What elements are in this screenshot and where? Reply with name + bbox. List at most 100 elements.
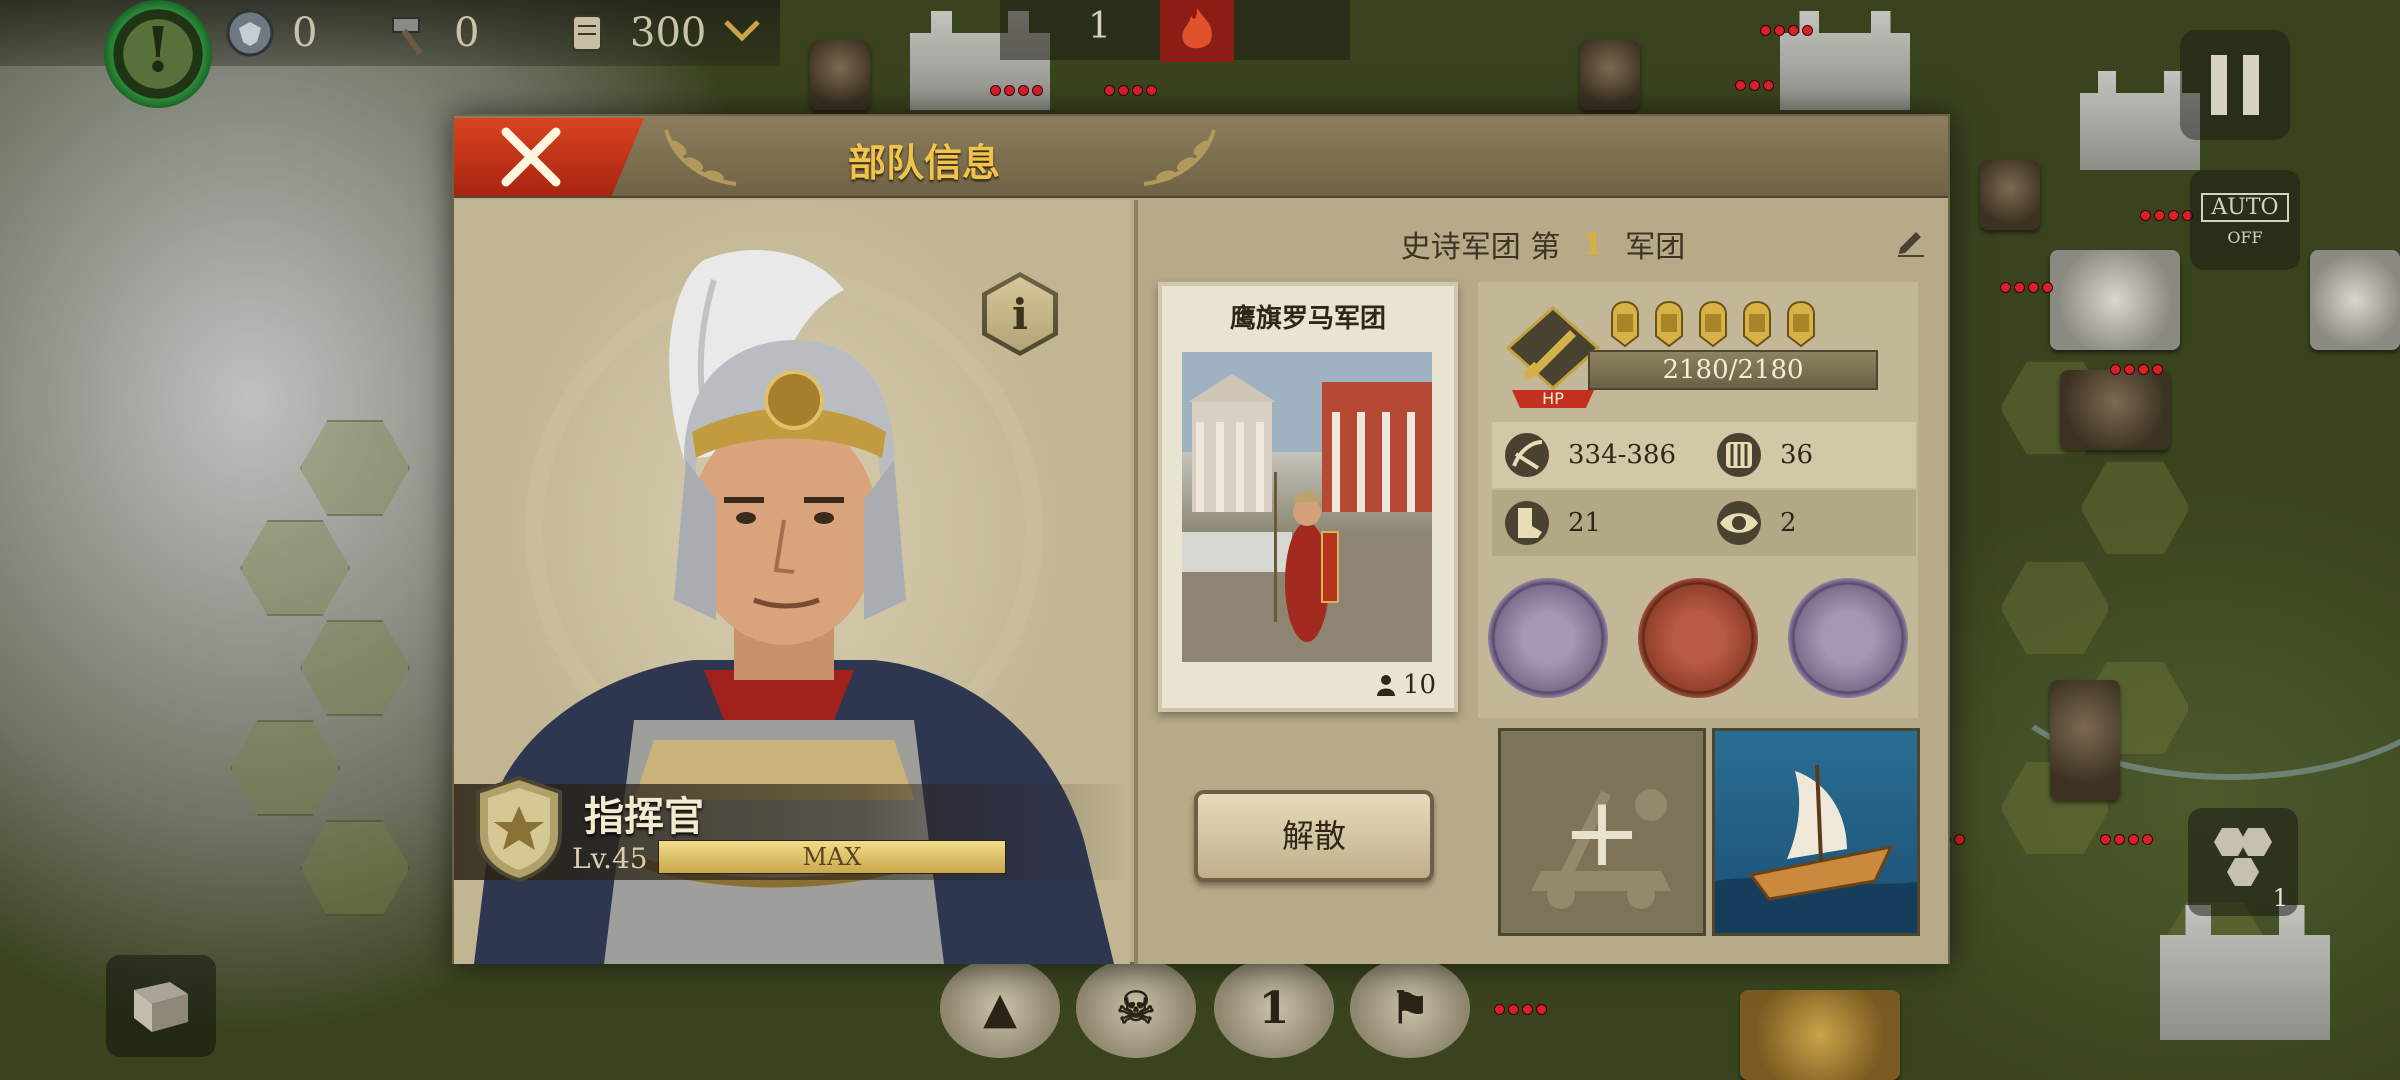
commander-level: Lv.45 [572, 842, 648, 875]
skull-icon: ☠ [1116, 982, 1156, 1034]
enemy-unit[interactable] [1980, 160, 2040, 230]
stat-row: 21 2 [1492, 490, 1916, 556]
resource-hammer[interactable]: 0 [386, 6, 479, 60]
hex-count: 1 [2272, 884, 2288, 912]
add-siege-slot[interactable]: + [1498, 728, 1706, 936]
alert-button[interactable]: ! [104, 0, 212, 108]
map-hex[interactable] [240, 520, 350, 616]
spear-skill-icon[interactable] [1788, 578, 1908, 698]
hammer-icon [386, 7, 438, 59]
enemy-unit[interactable] [1580, 40, 1640, 110]
disband-button[interactable]: 解散 [1194, 790, 1434, 882]
scroll-icon [562, 7, 614, 59]
map-hex[interactable] [300, 820, 410, 916]
stat-movement: 21 [1492, 498, 1704, 548]
hex-grid-button[interactable]: 1 [2188, 808, 2298, 916]
bottom-action-button[interactable]: ▲ [940, 958, 1060, 1058]
unit-portrait [1182, 352, 1432, 662]
auto-battle-toggle[interactable]: AUTO OFF [2190, 170, 2300, 270]
fortress-icon: ▲ [983, 982, 1017, 1034]
rank-medal-icon [1611, 301, 1639, 348]
rank-medals [1606, 290, 1820, 350]
resource-shield[interactable]: 0 [224, 6, 317, 60]
dialog-title: 部队信息 [847, 140, 1000, 185]
flag-icon: ⚑ [1390, 982, 1430, 1034]
chevron-down-icon[interactable] [722, 16, 762, 50]
rank-medal-icon [1699, 301, 1727, 348]
transport-ship-slot[interactable] [1712, 728, 1920, 936]
bottom-action-button[interactable]: ☠ [1076, 958, 1196, 1058]
pause-icon-bar [2211, 55, 2227, 115]
enemy-unit[interactable] [2060, 370, 2170, 450]
alert-icon: ! [144, 12, 172, 86]
auto-label: AUTO [2201, 193, 2289, 222]
laurel-right-icon [1143, 129, 1216, 186]
resource-value: 300 [630, 10, 707, 56]
shield-eagle-icon [224, 7, 276, 59]
attack-icon [1505, 433, 1549, 477]
unit-detail-panel: 史诗军团 第 1 军团 鹰旗罗马军团 10 HP 2180/2180 334-3… [1134, 200, 1948, 964]
legion-suffix: 军团 [1625, 230, 1686, 265]
formation-skill-icon[interactable] [1488, 578, 1608, 698]
dialog-header: 部队信息 [454, 116, 1948, 198]
war-beast-unit[interactable] [2050, 250, 2180, 350]
resource-scroll[interactable]: 300 [562, 6, 762, 60]
commander-name: 指挥官 [584, 793, 704, 840]
soldier-count-value: 10 [1402, 670, 1436, 700]
soldier-count: 10 [1375, 670, 1436, 700]
defense-icon [1717, 433, 1761, 477]
laurel-left-icon [664, 129, 737, 186]
unit-hp-dots [1760, 25, 1813, 36]
ship-icon [1715, 764, 1917, 933]
unit-hp-dots [990, 85, 1043, 96]
auto-state: OFF [2227, 228, 2263, 247]
disband-label: 解散 [1281, 817, 1346, 855]
unit-hp-dots [2140, 210, 2193, 221]
bottom-action-button[interactable]: ⚑ [1350, 958, 1470, 1058]
unit-name: 鹰旗罗马军团 [1229, 304, 1386, 334]
close-icon [501, 127, 561, 187]
map-hex[interactable] [300, 620, 410, 716]
enemy-unit[interactable] [810, 40, 870, 110]
unit-card[interactable]: 鹰旗罗马军团 10 [1158, 282, 1458, 712]
unit-hp-dots [1104, 85, 1157, 96]
shield-wall-skill-icon[interactable] [1638, 578, 1758, 698]
map-scroll-icon [134, 982, 188, 1032]
castle[interactable] [1780, 11, 1910, 110]
unit-hp-dots [2110, 364, 2163, 375]
legion-prefix: 史诗军团 第 [1400, 230, 1561, 265]
stat-value: 36 [1780, 440, 1814, 470]
unit-hp-dots [1494, 1004, 1547, 1015]
edit-icon[interactable] [1894, 224, 1928, 258]
stat-value: 334-386 [1568, 440, 1677, 470]
fire-button[interactable] [1160, 0, 1234, 62]
bottom-action-button[interactable]: 1 [1214, 958, 1334, 1058]
stat-attack: 334-386 [1492, 430, 1704, 480]
pause-button[interactable] [2180, 30, 2290, 140]
unit-hp-dots [2000, 282, 2053, 293]
map-hex[interactable] [300, 420, 410, 516]
resource-value: 0 [292, 10, 318, 56]
hp-value: 2180/2180 [1662, 355, 1804, 385]
stat-value: 2 [1780, 508, 1797, 538]
enemy-unit[interactable] [2050, 680, 2120, 800]
info-icon: i [1012, 289, 1028, 339]
rank-medal-icon [1743, 301, 1771, 348]
close-button[interactable] [454, 118, 644, 196]
unit-hp-dots [2100, 834, 2153, 845]
legion-number: 1 [1582, 226, 1604, 262]
river [1980, 520, 2400, 780]
stat-value: 21 [1568, 508, 1602, 538]
hp-badge-label: HP [1542, 389, 1564, 408]
stat-row: 334-386 36 [1492, 422, 1916, 488]
unit-stats-box: HP 2180/2180 334-386 36 21 2 [1478, 282, 1918, 718]
map-hex[interactable] [230, 720, 340, 816]
skill-list [1488, 578, 1908, 698]
unit-info-dialog: 部队信息 i 指挥官 Lv.45 MAX 史诗军团 第 1 军团 鹰旗罗马军团 … [452, 114, 1950, 964]
scroll-map-button[interactable] [106, 955, 216, 1057]
enemy-cavalry-unit[interactable] [1740, 990, 1900, 1080]
war-beast-unit[interactable] [2310, 250, 2400, 350]
stat-defense: 36 [1704, 430, 1916, 480]
bottom-count: 1 [1258, 982, 1290, 1034]
turn-count: 1 [1088, 6, 1111, 47]
